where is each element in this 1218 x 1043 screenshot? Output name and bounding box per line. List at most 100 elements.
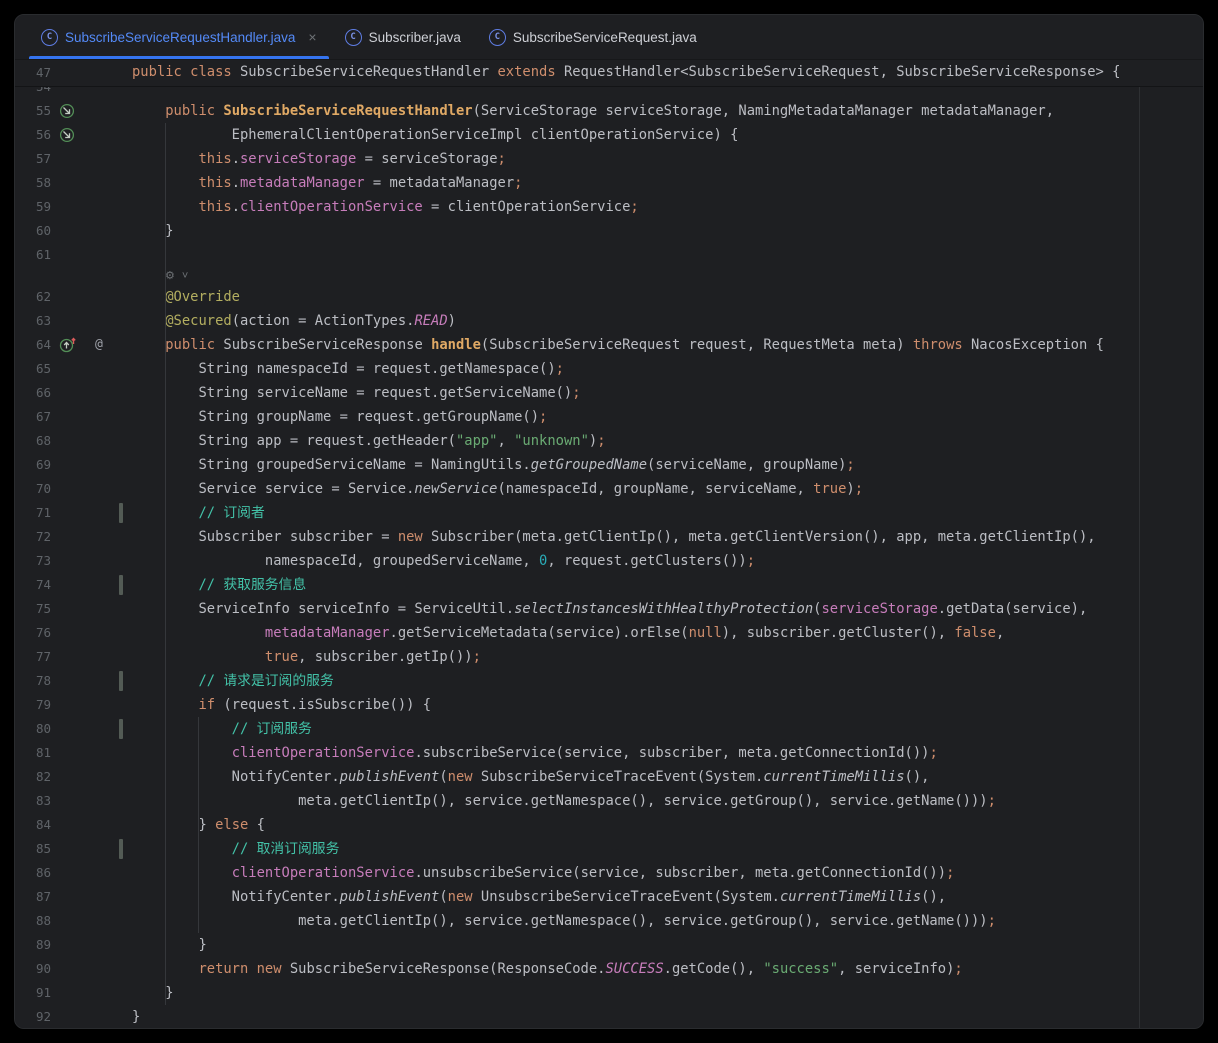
- line-number: 71: [15, 501, 51, 525]
- active-tab-underline: [29, 56, 329, 59]
- change-marker[interactable]: [119, 839, 123, 859]
- code-line-text[interactable]: metadataManager.getServiceMetadata(servi…: [132, 621, 1004, 645]
- code-line-86: 86 clientOperationService.unsubscribeSer…: [15, 861, 1203, 885]
- line-number: 65: [15, 357, 51, 381]
- code-line-text[interactable]: public SubscribeServiceRequestHandler(Se…: [132, 99, 1054, 123]
- change-marker[interactable]: [119, 671, 123, 691]
- tab-close-icon[interactable]: ×: [308, 30, 316, 44]
- code-line-text[interactable]: meta.getClientIp(), service.getNamespace…: [132, 909, 996, 933]
- line-number: 67: [15, 405, 51, 429]
- code-line-text[interactable]: public SubscribeServiceResponse handle(S…: [132, 333, 1104, 357]
- code-line-text[interactable]: clientOperationService.subscribeService(…: [132, 741, 938, 765]
- code-line-text[interactable]: String groupedServiceName = NamingUtils.…: [132, 453, 855, 477]
- spring-bean-icon[interactable]: [59, 103, 75, 119]
- code-line-text[interactable]: // 订阅服务: [132, 717, 312, 741]
- code-line-55: 55 public SubscribeServiceRequestHandler…: [15, 99, 1203, 123]
- code-line-text[interactable]: if (request.isSubscribe()) {: [132, 693, 431, 717]
- line-number: 86: [15, 861, 51, 885]
- tab-bar: CSubscribeServiceRequestHandler.java×CSu…: [15, 15, 1203, 60]
- line-number: 62: [15, 285, 51, 309]
- code-line-text[interactable]: // 请求是订阅的服务: [132, 669, 334, 693]
- spring-bean-icon[interactable]: [59, 127, 75, 143]
- line-number: 64: [15, 333, 51, 357]
- change-marker[interactable]: [119, 575, 123, 595]
- code-line-75: 75 ServiceInfo serviceInfo = ServiceUtil…: [15, 597, 1203, 621]
- code-line-text[interactable]: }: [132, 219, 174, 243]
- partially-scrolled-line: 54: [15, 87, 1203, 99]
- line-number: 80: [15, 717, 51, 741]
- code-line-78: 78 // 请求是订阅的服务: [15, 669, 1203, 693]
- code-line-text[interactable]: }: [132, 981, 174, 1005]
- code-line-62: 62 @Override: [15, 285, 1203, 309]
- code-line-text[interactable]: NotifyCenter.publishEvent(new SubscribeS…: [132, 765, 929, 789]
- line-number: 72: [15, 525, 51, 549]
- code-line-text[interactable]: Service service = Service.newService(nam…: [132, 477, 863, 501]
- code-line-text[interactable]: String namespaceId = request.getNamespac…: [132, 357, 564, 381]
- tab-1[interactable]: CSubscribeServiceRequestHandler.java×: [27, 15, 331, 59]
- code-line-65: 65 String namespaceId = request.getNames…: [15, 357, 1203, 381]
- code-line-text[interactable]: ServiceInfo serviceInfo = ServiceUtil.se…: [132, 597, 1087, 621]
- code-line-text[interactable]: @Secured(action = ActionTypes.READ): [132, 309, 456, 333]
- line-number: 73: [15, 549, 51, 573]
- code-line-text[interactable]: // 订阅者: [132, 501, 265, 525]
- code-line-text[interactable]: public class SubscribeServiceRequestHand…: [132, 60, 1120, 85]
- code-line-88: 88 meta.getClientIp(), service.getNamesp…: [15, 909, 1203, 933]
- annotation-gutter-icon[interactable]: @: [95, 337, 111, 353]
- sticky-line-47[interactable]: 47public class SubscribeServiceRequestHa…: [15, 60, 1203, 87]
- code-line-87: 87 NotifyCenter.publishEvent(new Unsubsc…: [15, 885, 1203, 909]
- indent-guide-level-2: [198, 717, 199, 933]
- code-line-66: 66 String serviceName = request.getServi…: [15, 381, 1203, 405]
- code-editor[interactable]: 5455 public SubscribeServiceRequestHandl…: [15, 87, 1203, 1029]
- line-number: 69: [15, 453, 51, 477]
- line-number: 87: [15, 885, 51, 909]
- code-line-77: 77 true, subscriber.getIp());: [15, 645, 1203, 669]
- code-line-text[interactable]: this.metadataManager = metadataManager;: [132, 171, 522, 195]
- line-number: 57: [15, 147, 51, 171]
- code-line-text[interactable]: }: [132, 933, 207, 957]
- code-line-text[interactable]: }: [132, 1005, 140, 1029]
- code-line-text[interactable]: return new SubscribeServiceResponse(Resp…: [132, 957, 963, 981]
- tab-2[interactable]: CSubscriber.java: [331, 15, 475, 59]
- code-line-74: 74 // 获取服务信息: [15, 573, 1203, 597]
- line-number: 74: [15, 573, 51, 597]
- code-line-text[interactable]: true, subscriber.getIp());: [132, 645, 481, 669]
- code-line-83: 83 meta.getClientIp(), service.getNamesp…: [15, 789, 1203, 813]
- code-line-64: 64 @ public SubscribeServiceResponse hand…: [15, 333, 1203, 357]
- code-line-text[interactable]: String groupName = request.getGroupName(…: [132, 405, 547, 429]
- overrides-method-icon[interactable]: [59, 337, 75, 353]
- code-line-72: 72 Subscriber subscriber = new Subscribe…: [15, 525, 1203, 549]
- change-marker[interactable]: [119, 503, 123, 523]
- tab-3[interactable]: CSubscribeServiceRequest.java: [475, 15, 711, 59]
- code-line-text[interactable]: EphemeralClientOperationServiceImpl clie…: [132, 123, 738, 147]
- code-line-76: 76 metadataManager.getServiceMetadata(se…: [15, 621, 1203, 645]
- code-line-text[interactable]: // 取消订阅服务: [132, 837, 339, 861]
- line-number: 61: [15, 243, 51, 267]
- line-number: 92: [15, 1005, 51, 1029]
- code-line-69: 69 String groupedServiceName = NamingUti…: [15, 453, 1203, 477]
- code-line-text[interactable]: meta.getClientIp(), service.getNamespace…: [132, 789, 996, 813]
- line-number: 63: [15, 309, 51, 333]
- code-line-84: 84 } else {: [15, 813, 1203, 837]
- code-line-text[interactable]: // 获取服务信息: [132, 573, 306, 597]
- code-line-text[interactable]: String serviceName = request.getServiceN…: [132, 381, 581, 405]
- code-line-text[interactable]: @Override: [132, 285, 240, 309]
- code-line-81: 81 clientOperationService.subscribeServi…: [15, 741, 1203, 765]
- code-line-79: 79 if (request.isSubscribe()) {: [15, 693, 1203, 717]
- code-line-text[interactable]: NotifyCenter.publishEvent(new Unsubscrib…: [132, 885, 946, 909]
- line-number: 89: [15, 933, 51, 957]
- line-number: 79: [15, 693, 51, 717]
- line-number: 75: [15, 597, 51, 621]
- code-line-text[interactable]: clientOperationService.unsubscribeServic…: [132, 861, 954, 885]
- line-number: 85: [15, 837, 51, 861]
- code-line-59: 59 this.clientOperationService = clientO…: [15, 195, 1203, 219]
- code-line-63: 63 @Secured(action = ActionTypes.READ): [15, 309, 1203, 333]
- change-marker[interactable]: [119, 719, 123, 739]
- code-line-71: 71 // 订阅者: [15, 501, 1203, 525]
- intention-settings-icon[interactable]: ⚙ ˅: [165, 269, 190, 282]
- code-line-text[interactable]: namespaceId, groupedServiceName, 0, requ…: [132, 549, 755, 573]
- code-line-text[interactable]: this.clientOperationService = clientOper…: [132, 195, 639, 219]
- code-line-text[interactable]: this.serviceStorage = serviceStorage;: [132, 147, 506, 171]
- code-line-text[interactable]: Subscriber subscriber = new Subscriber(m…: [132, 525, 1096, 549]
- code-line-text[interactable]: String app = request.getHeader("app", "u…: [132, 429, 606, 453]
- line-number: 55: [15, 99, 51, 123]
